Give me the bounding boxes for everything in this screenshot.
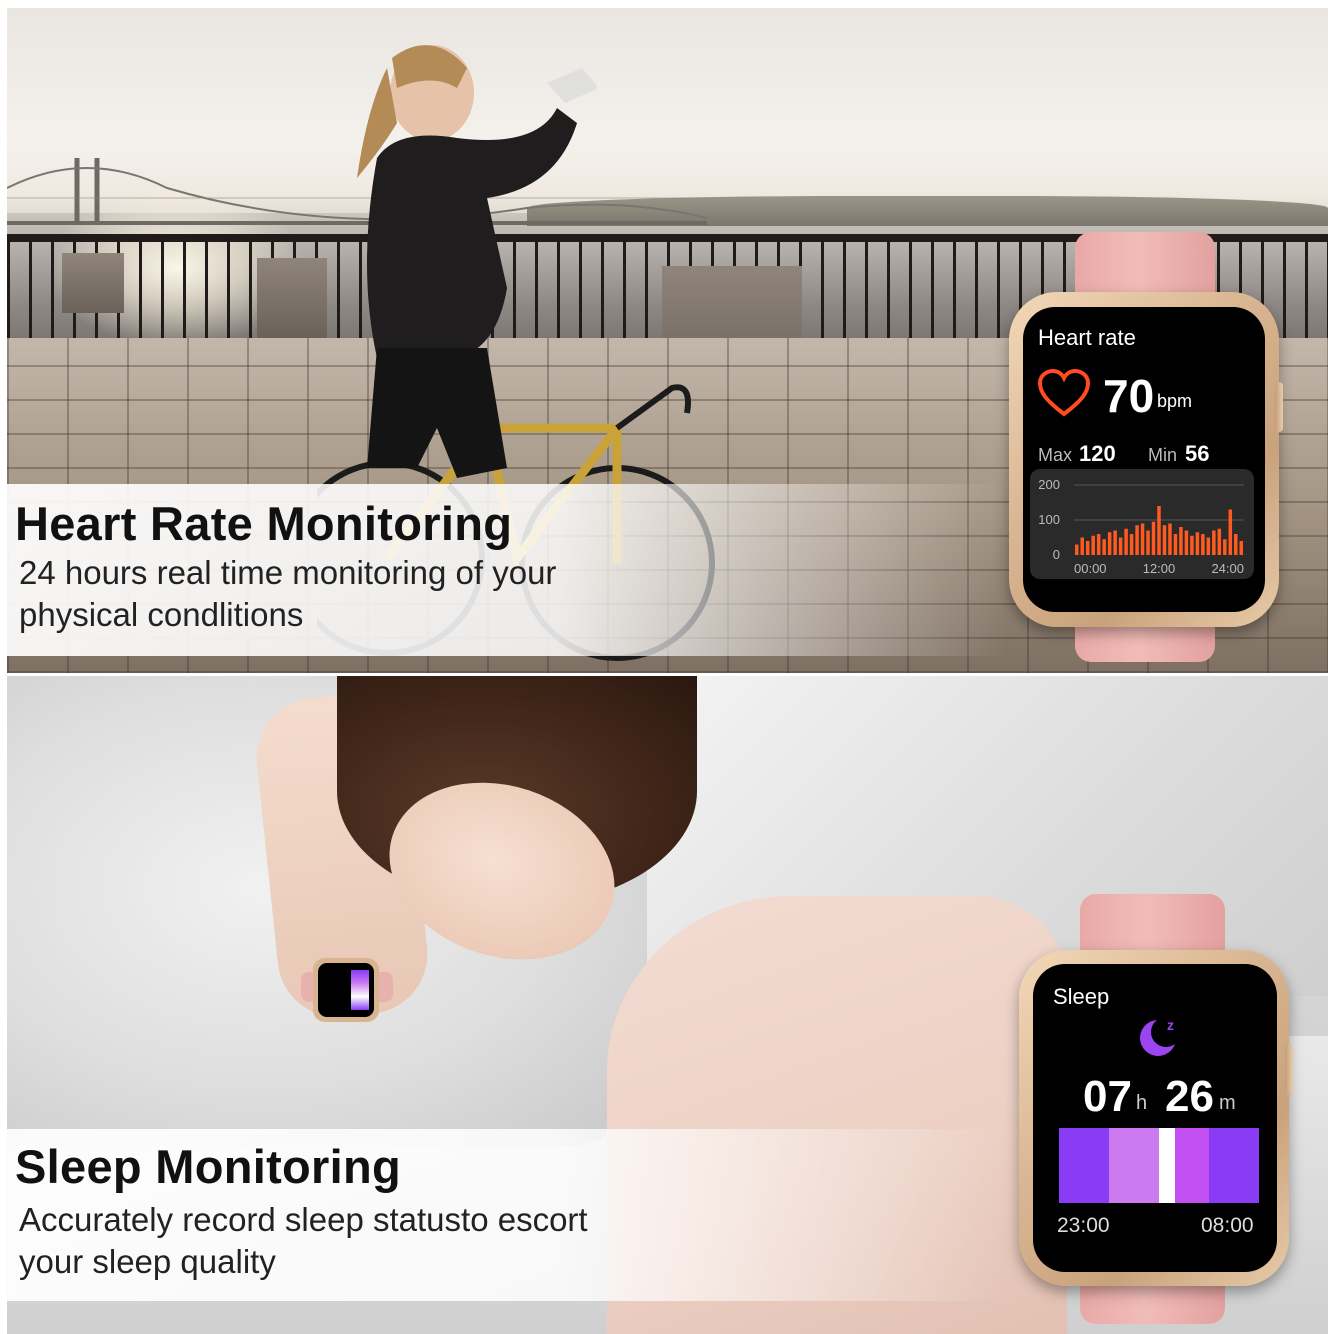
sleep-text-band: Sleep Monitoring Accurately record sleep… bbox=[7, 1129, 1007, 1301]
heart-rate-bar bbox=[1179, 527, 1183, 555]
heart-rate-bar bbox=[1162, 525, 1167, 555]
heart-rate-bar bbox=[1102, 539, 1106, 555]
watch-crown bbox=[1275, 382, 1283, 432]
heart-rate-bar bbox=[1091, 535, 1095, 555]
heart-rate-bar bbox=[1190, 535, 1194, 555]
sleep-stage-segment bbox=[1209, 1128, 1259, 1203]
sleep-stage-bar bbox=[1059, 1128, 1259, 1203]
y-tick-label: 100 bbox=[1038, 512, 1060, 527]
heart-rate-panel: Heart Rate Monitoring 24 hours real time… bbox=[7, 8, 1328, 673]
sleep-panel: Sleep Monitoring Accurately record sleep… bbox=[7, 676, 1328, 1334]
minutes-unit: m bbox=[1219, 1092, 1236, 1114]
x-tick-label: 12:00 bbox=[1143, 561, 1176, 576]
watch-crown bbox=[1285, 1044, 1293, 1094]
heart-rate-bar bbox=[1239, 541, 1243, 555]
heart-rate-chart-svg: 200 100 0 00:00 12:00 24:00 bbox=[1038, 477, 1244, 576]
x-tick-label: 00:00 bbox=[1074, 561, 1107, 576]
sleep-stage-segment bbox=[1159, 1128, 1175, 1203]
heart-rate-screen: Heart rate 70 bpm Max 120 Min 56 200 100 0… bbox=[1023, 307, 1265, 612]
heart-rate-bar bbox=[1096, 534, 1101, 555]
screen-title: Heart rate bbox=[1038, 325, 1136, 350]
heart-rate-bar bbox=[1113, 530, 1117, 555]
heart-rate-bar bbox=[1118, 537, 1123, 555]
y-tick-label: 0 bbox=[1053, 547, 1060, 562]
max-label: Max bbox=[1038, 445, 1073, 465]
heart-rate-unit: bpm bbox=[1157, 391, 1193, 411]
heart-icon bbox=[1037, 369, 1091, 417]
moon-icon: z bbox=[1140, 1017, 1175, 1056]
sleep-hours: 07 bbox=[1083, 1072, 1132, 1121]
y-tick-label: 200 bbox=[1038, 477, 1060, 492]
heart-rate-chart: 200 100 0 00:00 12:00 24:00 bbox=[1030, 469, 1254, 579]
screen-title: Sleep bbox=[1053, 984, 1110, 1009]
min-label: Min bbox=[1148, 445, 1178, 465]
heart-rate-bar bbox=[1212, 530, 1216, 555]
heart-rate-bar bbox=[1223, 539, 1227, 555]
heart-rate-bar bbox=[1129, 534, 1134, 555]
heart-rate-description: 24 hours real time monitoring of your ph… bbox=[19, 554, 557, 633]
heart-rate-bar bbox=[1085, 541, 1090, 555]
heart-rate-bar bbox=[1124, 528, 1128, 555]
heart-rate-bar bbox=[1107, 532, 1112, 555]
sleep-stage-segment bbox=[1109, 1128, 1159, 1203]
sleep-end-time: 08:00 bbox=[1201, 1214, 1254, 1237]
heart-rate-bar bbox=[1206, 537, 1211, 555]
x-tick-label: 24:00 bbox=[1211, 561, 1244, 576]
stone-pillar bbox=[62, 253, 124, 313]
heart-rate-title: Heart Rate Monitoring bbox=[15, 497, 513, 550]
heart-rate-bar bbox=[1184, 530, 1189, 555]
stone-pillar bbox=[257, 258, 327, 338]
sleep-screen: Sleep z 07 h 26 m 23:00 08:00 bbox=[1033, 964, 1277, 1272]
svg-text:z: z bbox=[1167, 1017, 1174, 1033]
hours-unit: h bbox=[1136, 1092, 1148, 1114]
min-value: 56 bbox=[1185, 441, 1210, 466]
heart-rate-text-band: Heart Rate Monitoring 24 hours real time… bbox=[7, 484, 1007, 656]
heart-rate-watch: Heart rate 70 bpm Max 120 Min 56 200 100 0… bbox=[1003, 232, 1293, 672]
heart-rate-bar bbox=[1201, 534, 1205, 555]
sleep-title: Sleep Monitoring bbox=[15, 1140, 402, 1193]
heart-rate-bar bbox=[1140, 523, 1145, 555]
heart-rate-bar bbox=[1135, 525, 1139, 555]
heart-rate-bar bbox=[1173, 534, 1178, 555]
sleep-watch: Sleep z 07 h 26 m 23:00 08:00 bbox=[1015, 894, 1305, 1334]
heart-rate-bar bbox=[1157, 506, 1161, 555]
heart-rate-bar bbox=[1151, 521, 1156, 555]
heart-rate-bar bbox=[1080, 537, 1084, 555]
heart-rate-bar bbox=[1195, 532, 1200, 555]
sleep-stage-segment bbox=[1059, 1128, 1109, 1203]
heart-rate-bar bbox=[1146, 530, 1150, 555]
heart-rate-bar bbox=[1217, 528, 1222, 555]
heart-rate-value: 70 bbox=[1103, 370, 1155, 422]
sleep-minutes: 26 bbox=[1165, 1072, 1214, 1121]
sleep-description: Accurately record sleep statusto escort … bbox=[19, 1201, 588, 1280]
heart-rate-bar bbox=[1228, 509, 1233, 555]
sleep-stage-segment bbox=[1175, 1128, 1209, 1203]
wrist-watch-small bbox=[301, 958, 393, 1022]
heart-rate-bar bbox=[1168, 523, 1172, 555]
heart-rate-bar bbox=[1075, 544, 1079, 555]
max-value: 120 bbox=[1079, 441, 1116, 466]
sleep-start-time: 23:00 bbox=[1057, 1214, 1110, 1237]
heart-rate-bar bbox=[1234, 534, 1238, 555]
